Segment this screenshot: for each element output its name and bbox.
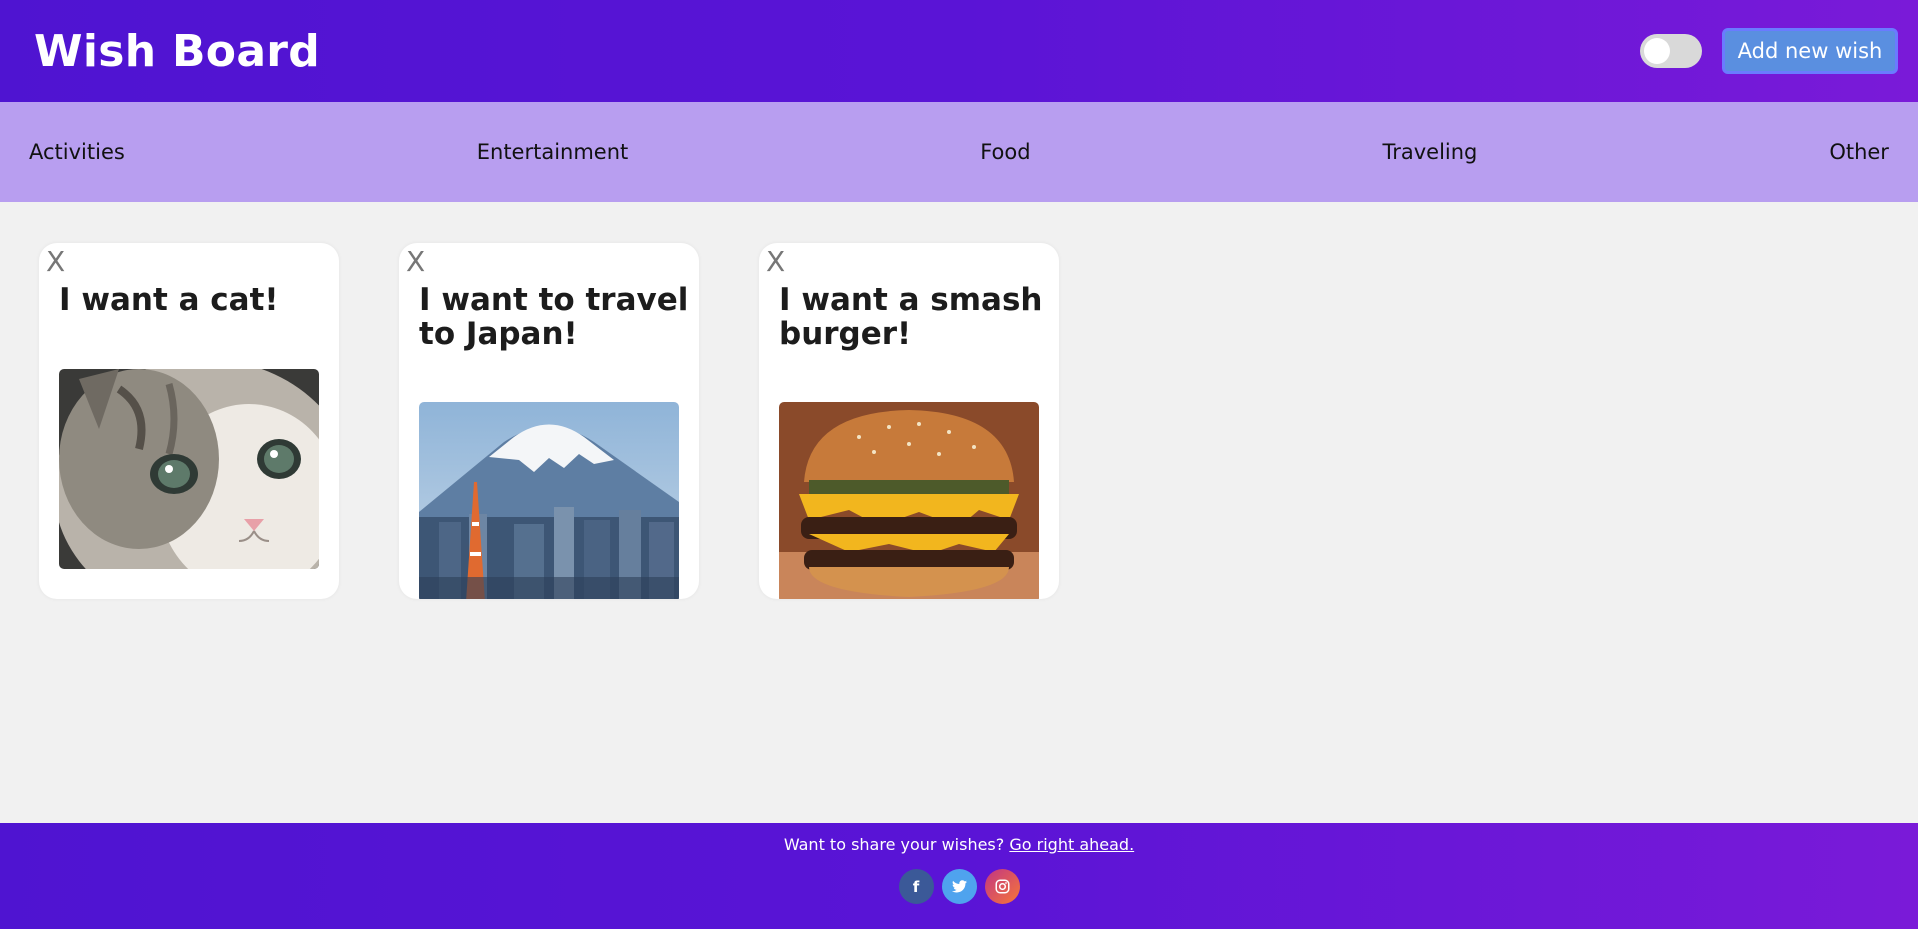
- twitter-icon[interactable]: [941, 869, 977, 904]
- kitten-image: [59, 369, 319, 569]
- japan-image: [419, 402, 679, 599]
- fuji-tokyo-illustration: [419, 402, 679, 599]
- wish-card: X I want a smash burger!: [759, 243, 1059, 599]
- instagram-glyph-icon: [995, 879, 1009, 894]
- wish-card-list: X I want a cat! X I want to travel to Ja…: [39, 243, 1059, 599]
- facebook-icon[interactable]: f: [898, 869, 934, 904]
- footer-share-link[interactable]: Go right ahead.: [1009, 835, 1134, 854]
- kitten-illustration: [59, 369, 319, 569]
- footer-text: Want to share your wishes?: [783, 835, 1005, 854]
- close-icon[interactable]: X: [46, 248, 65, 276]
- theme-toggle[interactable]: [1640, 34, 1702, 68]
- twitter-bird-icon: [951, 880, 967, 893]
- footer-message: Want to share your wishes? Go right ahea…: [784, 835, 1134, 854]
- category-activities[interactable]: Activities: [29, 140, 125, 164]
- burger-image: [779, 402, 1039, 599]
- wish-title: I want a smash burger!: [779, 282, 1043, 352]
- wish-title: I want a cat!: [59, 282, 279, 318]
- burger-illustration: [779, 402, 1039, 599]
- site-footer: Want to share your wishes? Go right ahea…: [0, 823, 1918, 929]
- wish-title: I want to travel to Japan!: [419, 282, 689, 352]
- header-actions: Add new wish: [1640, 28, 1898, 74]
- app-title: Wish Board: [34, 25, 321, 77]
- add-new-wish-button[interactable]: Add new wish: [1722, 28, 1898, 74]
- close-icon[interactable]: X: [766, 248, 785, 276]
- category-traveling[interactable]: Traveling: [1382, 140, 1477, 164]
- category-food[interactable]: Food: [980, 140, 1030, 164]
- wish-card: X I want a cat!: [39, 243, 339, 599]
- toggle-knob: [1644, 38, 1670, 64]
- instagram-icon[interactable]: [984, 869, 1020, 904]
- wish-card: X I want to travel to Japan!: [399, 243, 699, 599]
- app-header: Wish Board Add new wish: [0, 0, 1918, 102]
- category-nav: Activities Entertainment Food Traveling …: [0, 102, 1918, 202]
- social-links: f: [898, 869, 1020, 904]
- close-icon[interactable]: X: [406, 248, 425, 276]
- category-other[interactable]: Other: [1829, 140, 1889, 164]
- category-entertainment[interactable]: Entertainment: [477, 140, 629, 164]
